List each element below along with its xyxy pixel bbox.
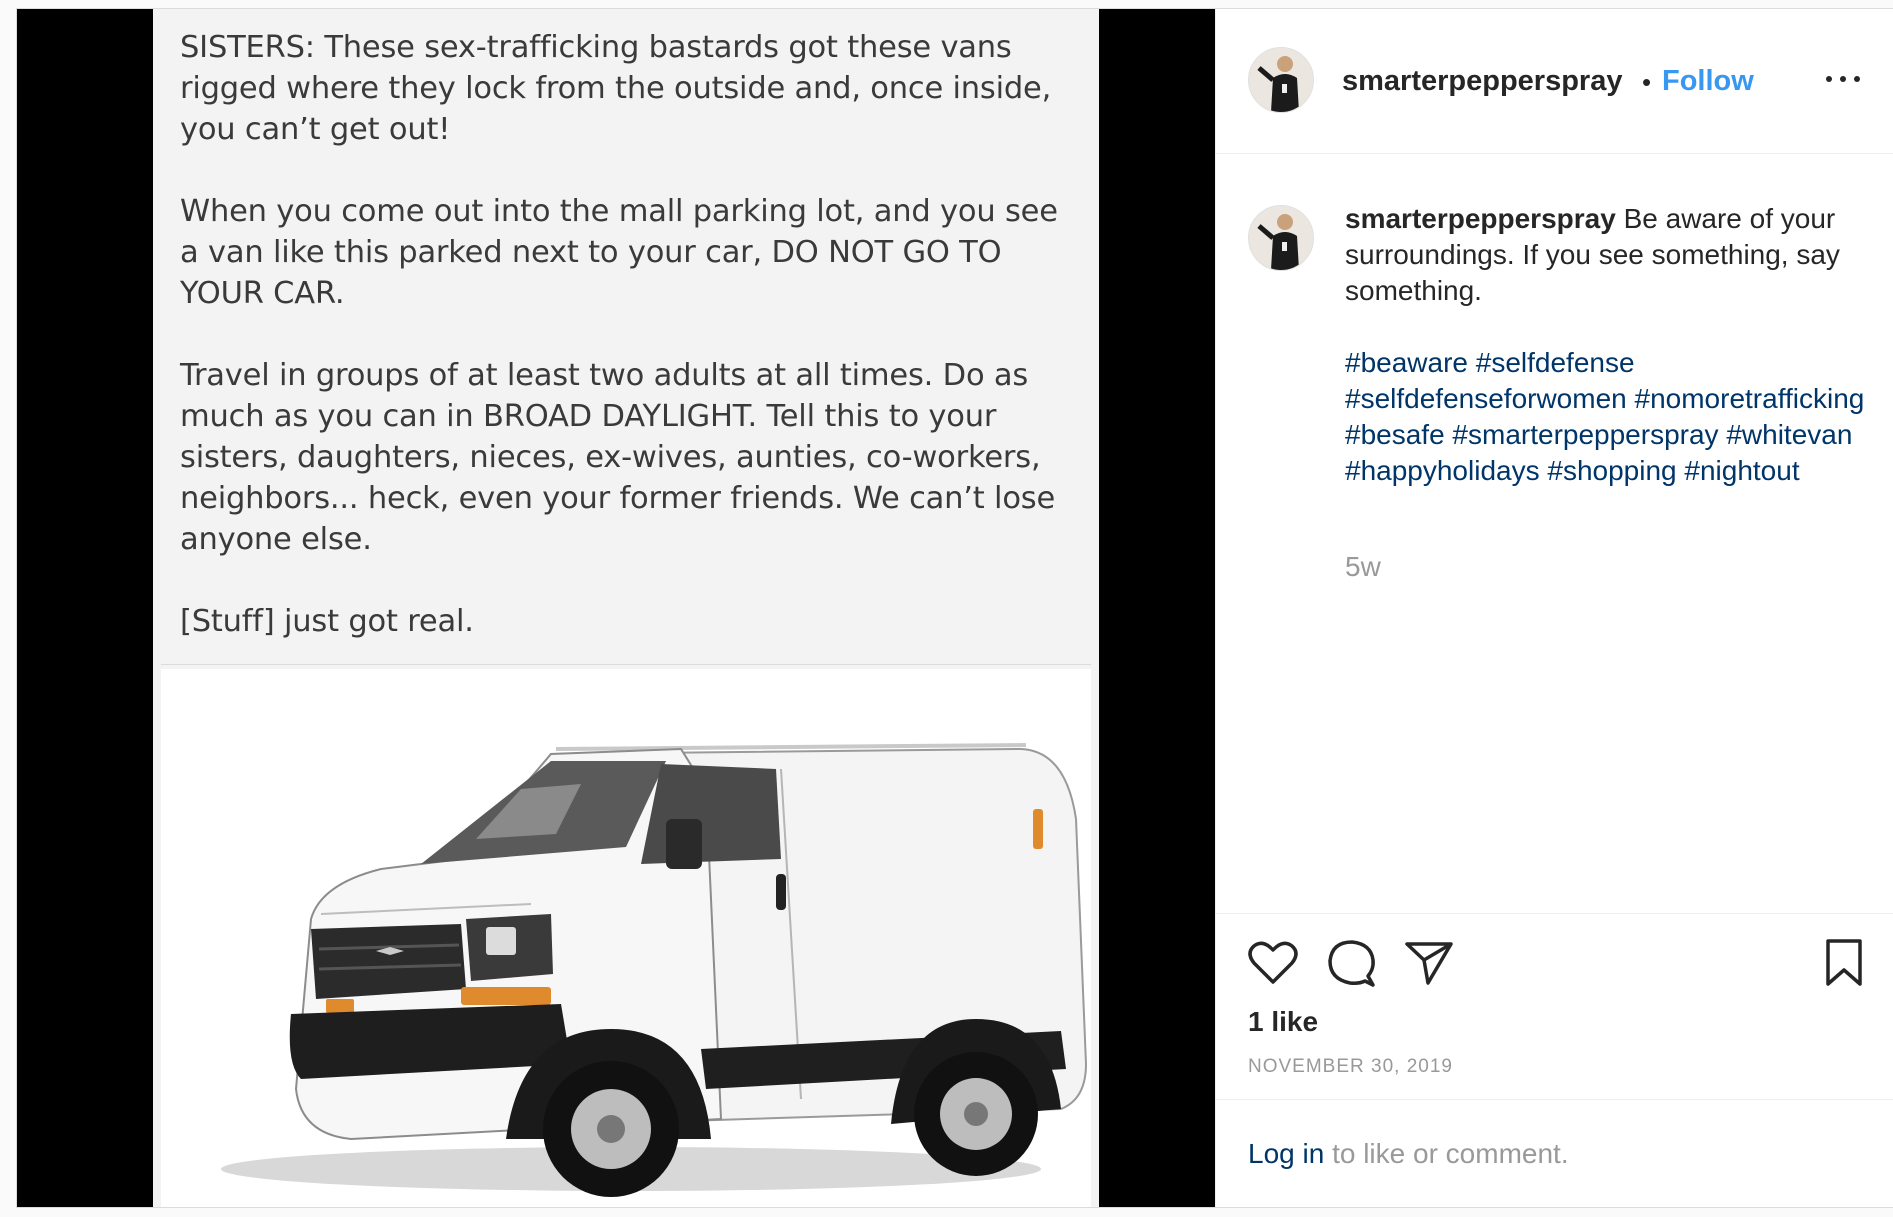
avatar[interactable]	[1248, 47, 1314, 113]
image-paragraph: When you come out into the mall parking …	[180, 194, 1058, 311]
post-author-username[interactable]: smarterpepperspray	[1342, 65, 1622, 98]
more-options-icon[interactable]	[1826, 69, 1860, 89]
image-paragraph: Travel in groups of at least two adults …	[180, 358, 1056, 557]
caption-text: smarterpepperspray Be aware of your surr…	[1345, 201, 1865, 489]
hashtag-link[interactable]: #nomoretrafficking	[1635, 383, 1865, 414]
hashtag-link[interactable]: #shopping	[1547, 455, 1676, 486]
image-divider	[161, 664, 1091, 665]
post-header: smarterpepperspray • Follow	[1216, 9, 1893, 154]
comment-icon[interactable]	[1326, 938, 1376, 988]
post-sidebar: smarterpepperspray • Follow smarterpeppe…	[1215, 9, 1893, 1207]
post-date: NOVEMBER 30, 2019	[1248, 1056, 1453, 1077]
separator-dot: •	[1642, 67, 1652, 97]
hashtag-list: #beaware #selfdefense #selfdefenseforwom…	[1345, 345, 1865, 489]
image-text-block: SISTERS: These sex-trafficking bastards …	[180, 27, 1079, 683]
caption-section: smarterpepperspray Be aware of your surr…	[1216, 153, 1893, 913]
hashtag-link[interactable]: #beaware	[1345, 347, 1468, 378]
login-prompt-text: Log in to like or comment.	[1248, 1138, 1569, 1170]
login-prompt: Log in to like or comment.	[1216, 1099, 1893, 1207]
caption-username[interactable]: smarterpepperspray	[1345, 203, 1616, 234]
hashtag-link[interactable]: #smarterpepperspray	[1452, 419, 1718, 450]
image-paragraph: SISTERS: These sex-trafficking bastards …	[180, 30, 1052, 147]
hashtag-link[interactable]: #happyholidays	[1345, 455, 1540, 486]
profile-photo-icon	[1249, 206, 1313, 270]
login-link[interactable]: Log in	[1248, 1138, 1324, 1169]
hashtag-link[interactable]: #nightout	[1684, 455, 1799, 486]
hashtag-link[interactable]: #selfdefense	[1476, 347, 1635, 378]
follow-button[interactable]: Follow	[1662, 65, 1754, 98]
profile-photo-icon	[1249, 48, 1313, 112]
shared-screenshot-image: SISTERS: These sex-trafficking bastards …	[153, 9, 1099, 1207]
heart-icon[interactable]	[1248, 940, 1298, 986]
image-paragraph: [Stuff] just got real.	[180, 604, 474, 639]
white-van-illustration	[221, 743, 1088, 1197]
post-media[interactable]: SISTERS: These sex-trafficking bastards …	[17, 9, 1215, 1207]
avatar[interactable]	[1248, 205, 1314, 271]
login-prompt-rest: to like or comment.	[1324, 1138, 1569, 1169]
hashtag-link[interactable]: #selfdefenseforwomen	[1345, 383, 1627, 414]
white-van-photo	[161, 669, 1091, 1207]
post-dialog: SISTERS: These sex-trafficking bastards …	[16, 8, 1893, 1208]
bookmark-icon[interactable]	[1824, 938, 1864, 988]
hashtag-link[interactable]: #whitevan	[1726, 419, 1852, 450]
hashtag-link[interactable]: #besafe	[1345, 419, 1445, 450]
share-icon[interactable]	[1404, 940, 1454, 986]
action-bar: 1 like NOVEMBER 30, 2019	[1216, 913, 1893, 1100]
post-age[interactable]: 5w	[1345, 551, 1381, 583]
like-count[interactable]: 1 like	[1248, 1006, 1318, 1038]
